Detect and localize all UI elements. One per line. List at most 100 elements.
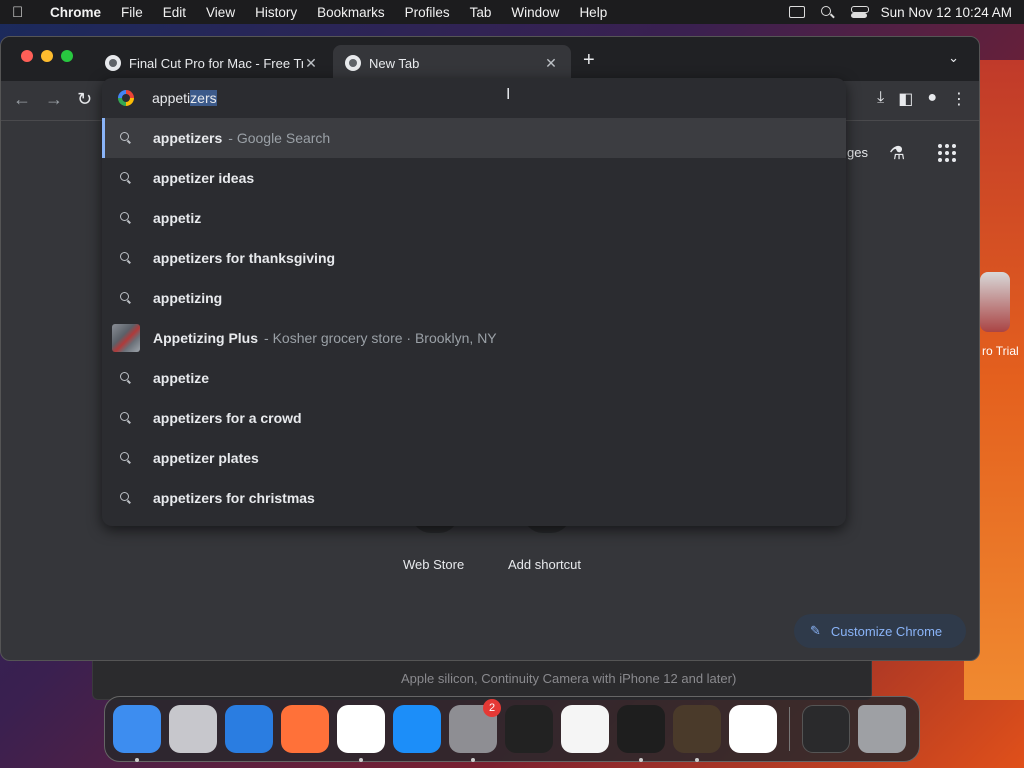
running-indicator: [135, 758, 139, 762]
suggestion-item[interactable]: appeti zers for thanksgiving: [102, 238, 846, 278]
tab-favicon-icon: [105, 55, 121, 71]
omnibox-typed-text: appeti: [152, 90, 191, 106]
suggestion-item[interactable]: Appeti zing Plus - Kosher grocery store · …: [102, 318, 846, 358]
tab-final-cut[interactable]: Final Cut Pro for Mac - Free Tr ✕: [93, 45, 331, 81]
fullscreen-window-button[interactable]: [61, 50, 73, 62]
suggestion-typed-part: appeti: [153, 170, 195, 186]
side-panel-icon[interactable]: ◧: [898, 89, 913, 109]
suggestion-item[interactable]: appeti zer plates: [102, 438, 846, 478]
suggestion-typed-part: appeti: [153, 370, 195, 386]
running-indicator: [639, 758, 643, 762]
desktop-app-icon[interactable]: [980, 272, 1010, 332]
tab-title: New Tab: [369, 55, 420, 71]
search-icon: [118, 131, 136, 145]
omnibox-input[interactable]: appeti zers I: [102, 78, 846, 118]
customize-chrome-button[interactable]: ✎ Customize Chrome: [794, 614, 966, 648]
dock-app-launchpad[interactable]: [169, 705, 217, 753]
menu-tab[interactable]: Tab: [460, 5, 502, 20]
dock-app-terminal[interactable]: [617, 705, 665, 762]
dock-trash-icon[interactable]: [858, 705, 906, 753]
entity-thumbnail-icon: [112, 324, 140, 352]
menu-profiles[interactable]: Profiles: [395, 5, 460, 20]
suggestion-item[interactable]: appeti zers for christmas: [102, 478, 846, 518]
menu-window[interactable]: Window: [501, 5, 569, 20]
control-center-icon[interactable]: [850, 6, 869, 18]
forward-icon[interactable]: →: [45, 89, 63, 110]
suggestion-completion: zing: [194, 290, 223, 306]
suggestion-completion: zers for thanksgiving: [194, 250, 336, 266]
close-window-button[interactable]: [21, 50, 33, 62]
reload-icon[interactable]: ↻: [77, 89, 92, 110]
running-indicator: [471, 758, 475, 762]
dock-app-app-store[interactable]: [393, 705, 441, 753]
suggestion-item[interactable]: appeti zers for a crowd: [102, 398, 846, 438]
menu-bar:  Chrome File Edit View History Bookmark…: [0, 0, 1024, 24]
suggestion-item[interactable]: appeti zers - Google Search: [102, 118, 846, 158]
suggestion-completion: z: [194, 210, 202, 226]
suggestion-item[interactable]: appeti ze: [102, 358, 846, 398]
running-indicator: [695, 758, 699, 762]
shortcut-add[interactable]: Add shortcut: [508, 557, 581, 572]
apple-menu-icon[interactable]: : [12, 4, 40, 21]
search-icon: [118, 171, 136, 185]
chrome-menu-icon[interactable]: ⋮: [951, 89, 967, 109]
ntp-images-link[interactable]: ges: [847, 145, 868, 160]
new-tab-button[interactable]: +: [583, 49, 595, 72]
dock-app-vs-code[interactable]: [729, 705, 777, 753]
suggestion-item[interactable]: appeti zer ideas: [102, 158, 846, 198]
tab-close-icon[interactable]: ✕: [303, 55, 319, 72]
pencil-icon: ✎: [810, 623, 821, 638]
spotlight-search-icon[interactable]: [819, 5, 837, 19]
tab-search-chevron-icon[interactable]: ⌄: [948, 50, 959, 66]
tab-close-icon[interactable]: ✕: [543, 55, 559, 72]
dock-app-firefox[interactable]: [281, 705, 329, 753]
minimize-window-button[interactable]: [41, 50, 53, 62]
dock-app-final-cut-pro[interactable]: [505, 705, 553, 753]
screen-mirroring-icon[interactable]: [788, 6, 805, 18]
tab-strip: Final Cut Pro for Mac - Free Tr ✕ New Ta…: [1, 37, 979, 81]
download-icon[interactable]: ⤓: [877, 89, 884, 109]
profile-icon[interactable]: ●: [927, 89, 937, 109]
dock-app-finder[interactable]: [113, 705, 161, 762]
suggestion-typed-part: appeti: [153, 290, 195, 306]
suggestion-completion: zers: [194, 130, 223, 146]
menu-history[interactable]: History: [245, 5, 307, 20]
background-window-text: Apple silicon, Continuity Camera with iP…: [401, 671, 737, 686]
dock-app-textedit[interactable]: [561, 705, 609, 753]
dock-app-safari[interactable]: [225, 705, 273, 753]
suggestion-item[interactable]: appeti z: [102, 198, 846, 238]
menu-bookmarks[interactable]: Bookmarks: [307, 5, 395, 20]
search-icon: [118, 451, 136, 465]
search-icon: [118, 411, 136, 425]
search-icon: [118, 291, 136, 305]
menu-app-name[interactable]: Chrome: [40, 5, 111, 20]
menu-clock[interactable]: Sun Nov 12 10:24 AM: [881, 5, 1012, 20]
notification-badge: 2: [483, 699, 501, 717]
suggestion-completion: zing Plus: [196, 330, 259, 346]
google-logo-icon: [118, 90, 134, 106]
search-icon: [118, 211, 136, 225]
desktop-icon-label: ro Trial: [982, 344, 1019, 358]
labs-flask-icon[interactable]: ⚗: [889, 143, 905, 164]
search-icon: [118, 251, 136, 265]
back-icon[interactable]: ←: [13, 89, 31, 110]
suggestion-detail: - Google Search: [228, 130, 331, 146]
suggestion-completion: zers for a crowd: [194, 410, 302, 426]
dock-app-system-settings[interactable]: 2: [449, 699, 501, 762]
menu-edit[interactable]: Edit: [153, 5, 196, 20]
search-icon: [118, 371, 136, 385]
search-icon: [118, 491, 136, 505]
tab-new-tab[interactable]: New Tab ✕: [333, 45, 571, 81]
dock-app-chrome[interactable]: [337, 705, 385, 762]
menu-view[interactable]: View: [196, 5, 245, 20]
suggestion-typed-part: appeti: [153, 410, 195, 426]
running-indicator: [359, 758, 363, 762]
tab-favicon-icon: [345, 55, 361, 71]
menu-help[interactable]: Help: [569, 5, 617, 20]
dock-minimized-window[interactable]: [802, 705, 850, 753]
dock-app-garageband[interactable]: [673, 705, 721, 762]
menu-file[interactable]: File: [111, 5, 153, 20]
suggestion-item[interactable]: appeti zing: [102, 278, 846, 318]
google-apps-icon[interactable]: [938, 144, 956, 162]
shortcut-web-store[interactable]: Web Store: [403, 557, 464, 572]
